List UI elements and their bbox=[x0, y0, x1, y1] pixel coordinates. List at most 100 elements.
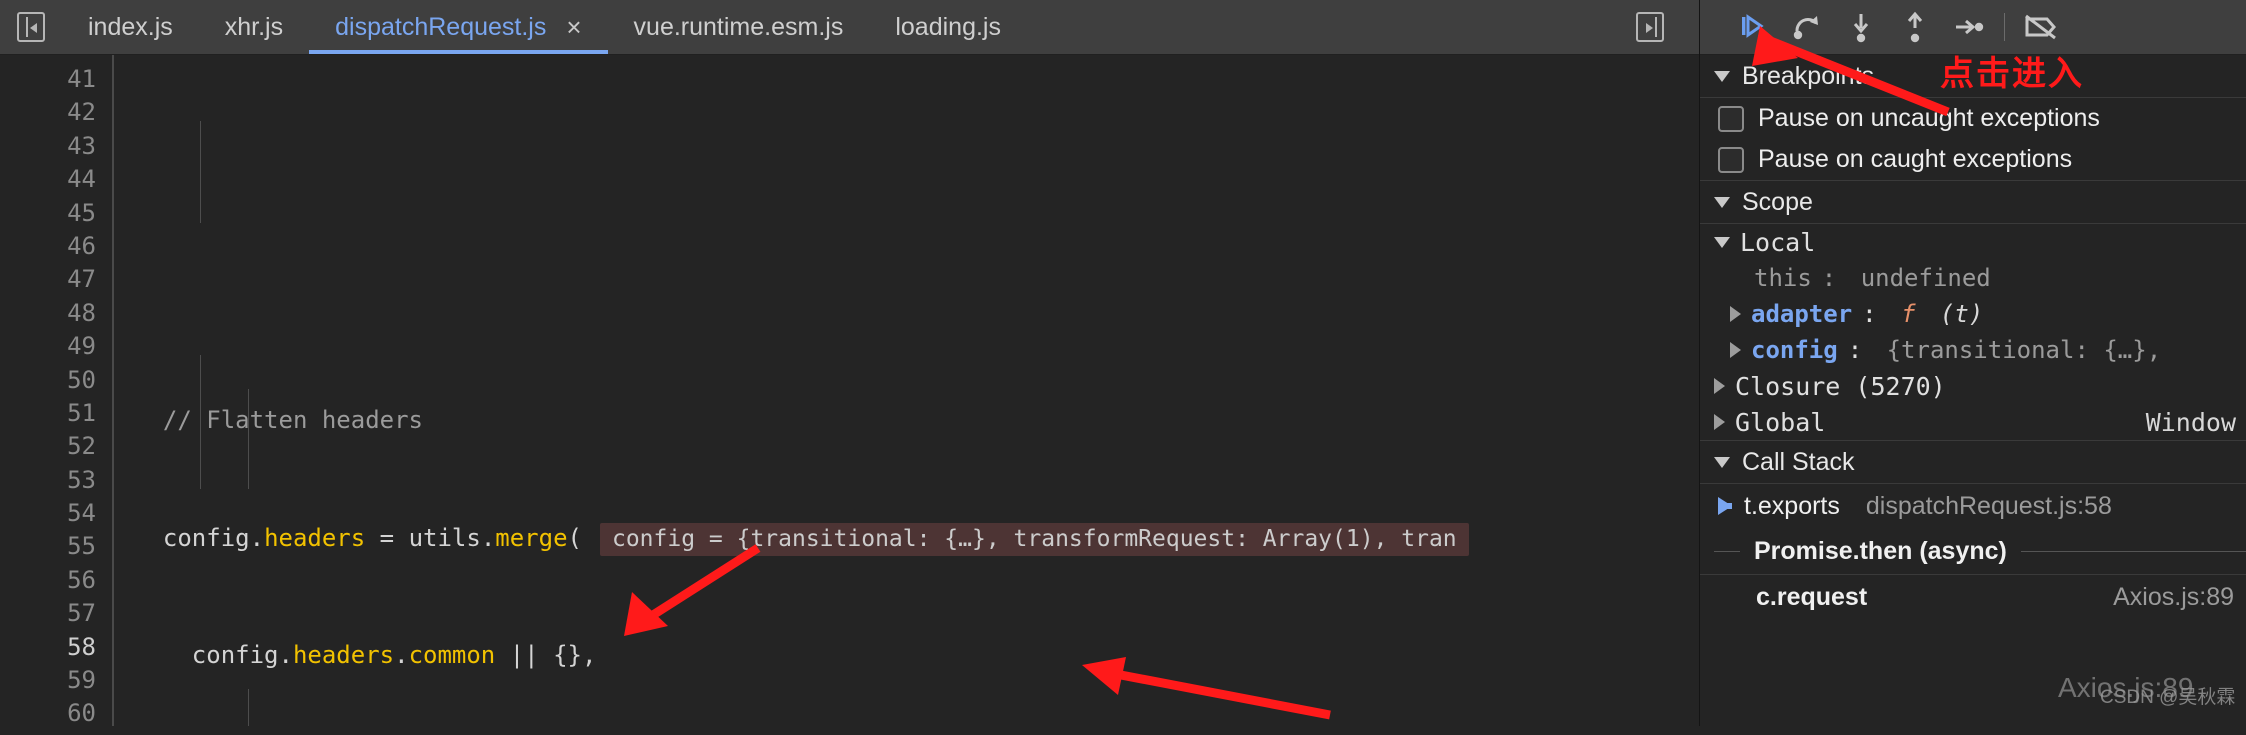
inline-value-hint: config = {transitional: {…}, transformRe… bbox=[599, 522, 1469, 557]
step-out-icon bbox=[1907, 11, 1923, 43]
option-label: Pause on caught exceptions bbox=[1758, 145, 2073, 173]
collapse-left-panel-button[interactable] bbox=[0, 0, 62, 54]
tab-label: vue.runtime.esm.js bbox=[633, 12, 844, 41]
scope-entry-this: this: undefined bbox=[1754, 264, 1991, 292]
line-number: 56 bbox=[67, 565, 96, 594]
scope-key: config bbox=[1751, 336, 1838, 364]
line-number: 54 bbox=[67, 499, 96, 528]
tab-label: xhr.js bbox=[224, 12, 284, 41]
scope-group-label: Local bbox=[1740, 227, 1816, 257]
frame-location: Axios.js:89 bbox=[2113, 582, 2234, 611]
collapse-right-panel-icon bbox=[1636, 12, 1664, 42]
scope-group-closure[interactable]: Closure (5270) bbox=[1700, 368, 2246, 404]
scope-group-global[interactable]: Global Window bbox=[1700, 404, 2246, 440]
resume-script-execution-button[interactable] bbox=[1726, 5, 1780, 49]
chevron-down-icon bbox=[1714, 236, 1730, 248]
step-into-next-function-call-button[interactable] bbox=[1834, 5, 1888, 49]
watermark-csdn: CSDN @吴秋霖 bbox=[2100, 687, 2236, 708]
line-number: 44 bbox=[67, 165, 96, 194]
line-number: 53 bbox=[67, 465, 96, 494]
checkbox[interactable] bbox=[1718, 105, 1744, 132]
scope-group-value: Window bbox=[2145, 407, 2236, 437]
close-icon[interactable]: × bbox=[566, 14, 581, 40]
line-number: 46 bbox=[67, 231, 96, 260]
pause-on-caught-exceptions-row[interactable]: Pause on caught exceptions bbox=[1700, 139, 2246, 180]
tab-loading-js[interactable]: loading.js bbox=[869, 0, 1027, 54]
option-label: Pause on uncaught exceptions bbox=[1758, 104, 2100, 132]
scope-title: Scope bbox=[1742, 187, 1813, 216]
line-number: 45 bbox=[67, 198, 96, 227]
deactivate-breakpoints-icon bbox=[2025, 14, 2056, 40]
line-number: 50 bbox=[67, 365, 96, 394]
annotation-click-to-enter: 点击进入 bbox=[1940, 54, 2084, 94]
current-frame-arrow-icon bbox=[1718, 497, 1732, 515]
call-stack-list[interactable]: t.exports dispatchRequest.js:58 Promise.… bbox=[1700, 484, 2246, 619]
step-out-of-current-function-button[interactable] bbox=[1888, 5, 1942, 49]
chevron-right-icon[interactable] bbox=[1730, 342, 1741, 358]
checkbox[interactable] bbox=[1718, 146, 1744, 173]
chevron-right-icon[interactable] bbox=[1730, 306, 1741, 322]
indent-guide bbox=[248, 689, 249, 726]
collapse-right-panel-button[interactable] bbox=[1619, 12, 1681, 42]
indent-guide bbox=[200, 121, 201, 223]
devtools-sources-panel: index.js xhr.js dispatchRequest.js × vue… bbox=[0, 0, 2246, 726]
scope-section-header[interactable]: Scope bbox=[1700, 180, 2246, 224]
tab-index-js[interactable]: index.js bbox=[62, 0, 199, 54]
divider bbox=[2020, 550, 2246, 552]
line-number: 41 bbox=[67, 65, 96, 93]
scope-entry-config[interactable]: config: {transitional: {…}, bbox=[1700, 332, 2246, 368]
line-number: 52 bbox=[67, 432, 96, 461]
chevron-down-icon bbox=[1714, 70, 1730, 82]
pause-on-uncaught-exceptions-row[interactable]: Pause on uncaught exceptions bbox=[1700, 98, 2246, 139]
tab-label: index.js bbox=[88, 12, 173, 41]
line-number: 59 bbox=[67, 666, 96, 695]
code-line: config.headers.common || {}, bbox=[191, 641, 597, 670]
fold-bar bbox=[112, 55, 114, 726]
tab-vue-runtime-esm-js[interactable]: vue.runtime.esm.js bbox=[608, 0, 870, 54]
line-number: 60 bbox=[67, 699, 96, 726]
tab-xhr-js[interactable]: xhr.js bbox=[199, 0, 309, 54]
frame-name: t.exports bbox=[1744, 491, 1840, 520]
scope-group-local[interactable]: Local bbox=[1700, 224, 2246, 260]
line-number: 49 bbox=[67, 332, 96, 361]
scope-tree[interactable]: Local this: undefined adapter: f (t) con… bbox=[1700, 224, 2246, 440]
call-stack-frame-selected[interactable]: t.exports dispatchRequest.js:58 bbox=[1700, 484, 2246, 528]
tab-label: dispatchRequest.js bbox=[335, 12, 547, 41]
step-over-next-function-call-button[interactable] bbox=[1780, 5, 1834, 49]
collapse-left-panel-icon bbox=[17, 12, 45, 42]
line-number: 43 bbox=[67, 131, 96, 160]
divider bbox=[1714, 550, 1740, 552]
scope-key: this bbox=[1754, 264, 1812, 292]
line-number: 47 bbox=[67, 265, 96, 294]
step-icon bbox=[1956, 19, 1984, 35]
chevron-right-icon[interactable] bbox=[1714, 414, 1725, 430]
frame-location: dispatchRequest.js:58 bbox=[1865, 491, 2112, 520]
toolbar-divider bbox=[2004, 13, 2005, 41]
line-number: 57 bbox=[67, 599, 96, 628]
scope-group-label: Closure (5270) bbox=[1735, 371, 1946, 401]
line-number: 42 bbox=[67, 98, 96, 127]
line-number: 48 bbox=[67, 298, 96, 327]
code-editor[interactable]: 41 42 43 44 45 46 47 48 49 50 51 52 53 5… bbox=[0, 55, 1699, 726]
step-over-icon bbox=[1793, 16, 1818, 40]
code-content[interactable]: // Flatten headers config.headers = util… bbox=[112, 55, 1699, 726]
async-label: Promise.then (async) bbox=[1754, 536, 2007, 565]
editor-tab-bar: index.js xhr.js dispatchRequest.js × vue… bbox=[0, 0, 1699, 55]
tab-bar-actions bbox=[1619, 0, 1699, 54]
line-number-gutter[interactable]: 41 42 43 44 45 46 47 48 49 50 51 52 53 5… bbox=[0, 55, 112, 726]
step-button[interactable] bbox=[1942, 5, 1996, 49]
chevron-down-icon bbox=[1714, 456, 1730, 468]
call-stack-section-header[interactable]: Call Stack bbox=[1700, 440, 2246, 484]
call-stack-frame[interactable]: c.request Axios.js:89 bbox=[1700, 575, 2246, 619]
chevron-down-icon bbox=[1714, 196, 1730, 208]
code-comment: // Flatten headers bbox=[162, 406, 423, 435]
deactivate-breakpoints-button[interactable] bbox=[2013, 5, 2067, 49]
debug-sidebar: Breakpoints Pause on uncaught exceptions… bbox=[1699, 0, 2246, 726]
chevron-right-icon[interactable] bbox=[1714, 378, 1725, 394]
line-number: 51 bbox=[67, 398, 96, 427]
call-stack-title: Call Stack bbox=[1742, 447, 1855, 476]
scope-entry-adapter[interactable]: adapter: f (t) bbox=[1700, 296, 2246, 332]
scope-value: undefined bbox=[1860, 264, 1991, 292]
tab-dispatchrequest-js[interactable]: dispatchRequest.js × bbox=[309, 0, 608, 54]
